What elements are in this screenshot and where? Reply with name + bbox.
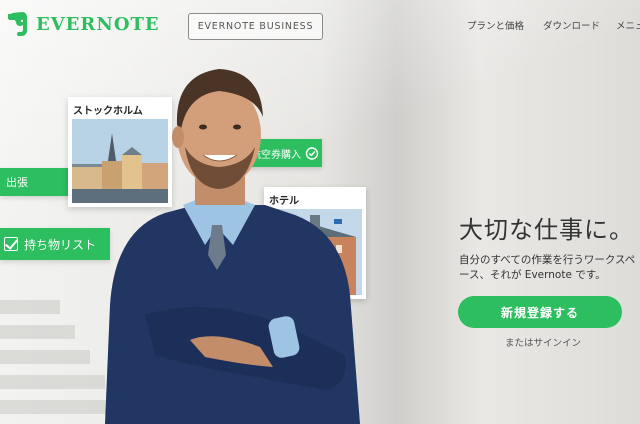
checkbox-icon (4, 237, 18, 251)
signin-link[interactable]: またはサインイン (505, 335, 581, 349)
tag-packing-list-label: 持ち物リスト (24, 237, 97, 252)
site-header: EVERNOTE EVERNOTE BUSINESS プランと価格 ダウンロード… (0, 0, 640, 52)
background-stair (0, 325, 75, 339)
tag-business-trip-label: 出張 (6, 176, 28, 189)
person-photo (105, 69, 360, 424)
evernote-logo[interactable]: EVERNOTE (6, 10, 160, 38)
nav-download[interactable]: ダウンロード (543, 18, 600, 32)
nav-menu[interactable]: メニュー (616, 18, 640, 32)
background-stair (0, 375, 105, 389)
logo-text: EVERNOTE (36, 13, 160, 35)
background-stair (0, 300, 60, 314)
evernote-business-button[interactable]: EVERNOTE BUSINESS (188, 13, 323, 40)
hero-headline: 大切な仕事に。 (459, 216, 634, 244)
signup-button[interactable]: 新規登録する (458, 296, 622, 328)
nav-plans-pricing[interactable]: プランと価格 (467, 18, 524, 32)
elephant-icon (8, 12, 28, 36)
background-stair (0, 350, 90, 364)
tag-business-trip: 出張 (0, 168, 70, 196)
tag-packing-list: 持ち物リスト (0, 228, 110, 260)
hero-subtext: 自分のすべての作業を行うワークスペース、それが Evernote です。 (459, 254, 636, 281)
